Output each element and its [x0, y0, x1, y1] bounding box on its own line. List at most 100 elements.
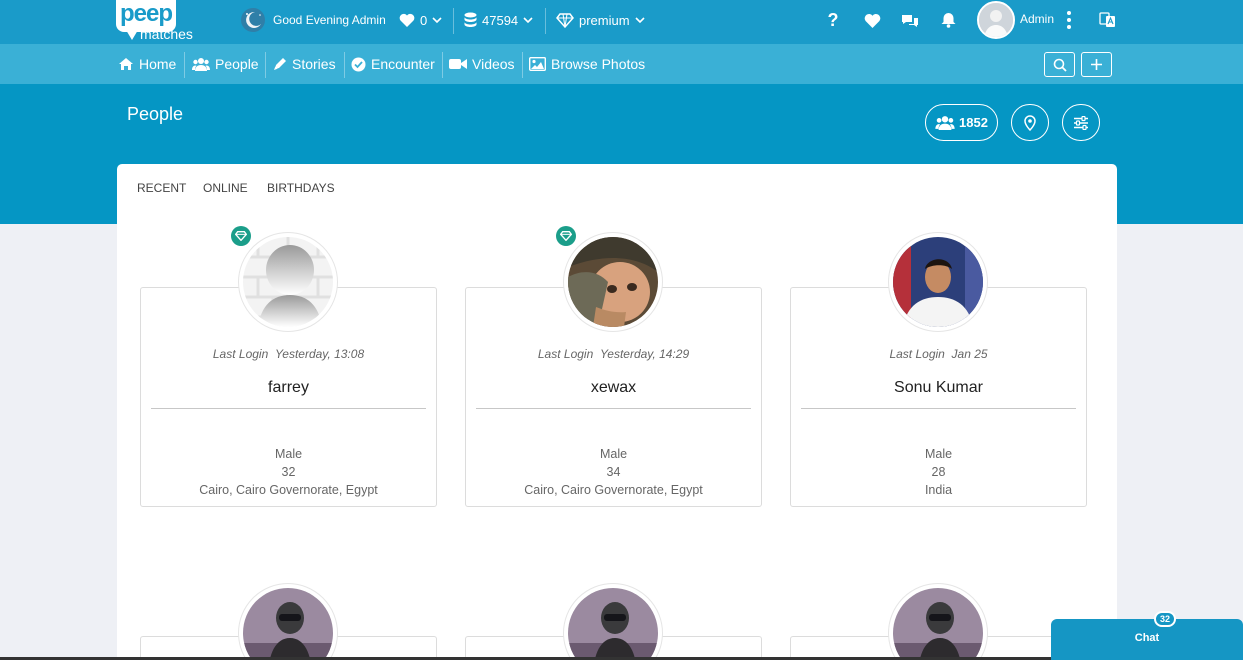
chevron-down-icon: [635, 16, 645, 23]
person-age: 28: [931, 465, 946, 479]
messages-button[interactable]: [900, 10, 920, 30]
help-button[interactable]: ?: [823, 10, 843, 30]
nav-encounter[interactable]: Encounter: [351, 44, 435, 84]
video-camera-icon: [449, 59, 467, 69]
avatar-photo: [893, 588, 983, 660]
pencil-icon: [274, 58, 286, 70]
people-icon: [192, 58, 210, 71]
person-age: 34: [606, 465, 621, 479]
avatar-photo: [568, 588, 658, 660]
location-filter-button[interactable]: [1011, 104, 1049, 141]
person-gender: Male: [599, 447, 628, 461]
person-location: Cairo, Cairo Governorate, Egypt: [524, 483, 703, 497]
person-avatar[interactable]: [563, 232, 663, 332]
user-avatar[interactable]: [977, 1, 1015, 39]
person-avatar[interactable]: [563, 583, 663, 660]
search-button[interactable]: [1044, 52, 1075, 77]
plan-label: premium: [579, 12, 630, 28]
tab-online[interactable]: ONLINE: [203, 181, 248, 195]
person-age: 32: [281, 465, 296, 479]
avatar-photo: [979, 3, 1013, 37]
nav-stories-label: Stories: [292, 56, 336, 72]
nav-home[interactable]: Home: [118, 44, 176, 84]
premium-badge-icon: [231, 226, 251, 246]
notifications-button[interactable]: [938, 10, 958, 30]
check-circle-icon: [351, 57, 366, 71]
translate-icon: [1098, 12, 1115, 27]
likes-count: 0: [420, 12, 428, 28]
home-icon: [119, 58, 133, 70]
tab-birthdays[interactable]: BIRTHDAYS: [267, 181, 335, 195]
filters-button[interactable]: [1062, 104, 1100, 141]
site-logo[interactable]: peep matches: [114, 0, 200, 42]
avatar-photo: [568, 237, 658, 327]
chevron-down-icon: [523, 16, 533, 23]
nav-videos[interactable]: Videos: [449, 44, 515, 84]
nav-home-label: Home: [139, 56, 177, 72]
greeting: Good Evening Admin: [240, 6, 386, 34]
last-login-time: Jan 25: [951, 347, 988, 361]
avatar-photo: [893, 237, 983, 327]
person-location: Cairo, Cairo Governorate, Egypt: [199, 483, 378, 497]
person-avatar[interactable]: [888, 583, 988, 660]
nav-people[interactable]: People: [192, 44, 259, 84]
avatar-photo: [243, 588, 333, 660]
users-icon: [935, 116, 955, 130]
person-name[interactable]: farrey: [141, 379, 436, 397]
chat-bubbles-icon: [902, 14, 918, 27]
main-nav: Home People Stories Encounter Videos Bro…: [0, 44, 1243, 84]
people-count: 1852: [959, 115, 988, 130]
nav-encounter-label: Encounter: [371, 56, 435, 72]
nav-stories[interactable]: Stories: [273, 44, 336, 84]
nav-people-label: People: [215, 56, 259, 72]
chevron-down-icon: [432, 16, 442, 23]
heart-icon: [399, 13, 415, 27]
map-pin-icon: [1024, 114, 1036, 131]
premium-badge-icon: [556, 226, 576, 246]
person-name[interactable]: Sonu Kumar: [791, 379, 1086, 397]
top-bar: peep matches Good Evening Admin 0 47594 …: [0, 0, 1243, 44]
last-login-label: Last Login: [212, 347, 269, 361]
person-location: India: [924, 483, 953, 497]
chat-widget[interactable]: 32 Chat: [1051, 611, 1243, 660]
question-icon: ?: [827, 9, 839, 30]
people-panel: RECENT ONLINE BIRTHDAYS Last Login Yeste…: [117, 164, 1117, 660]
person-avatar[interactable]: [238, 232, 338, 332]
person-avatar[interactable]: [238, 583, 338, 660]
sliders-icon: [1074, 115, 1088, 130]
likes-menu[interactable]: 0: [399, 9, 447, 31]
favorites-button[interactable]: [862, 10, 882, 30]
moon-icon: [241, 8, 265, 32]
chat-unread-badge: 32: [1154, 611, 1176, 627]
image-icon: [529, 57, 546, 71]
tab-recent[interactable]: RECENT: [137, 181, 186, 195]
language-button[interactable]: [1097, 10, 1117, 30]
person-gender: Male: [274, 447, 303, 461]
nav-browse-photos-label: Browse Photos: [551, 56, 646, 72]
bell-icon: [941, 13, 955, 28]
user-name[interactable]: Admin: [1020, 12, 1054, 26]
plan-menu[interactable]: premium: [556, 9, 650, 31]
logo-text: peep: [120, 0, 173, 27]
person-name[interactable]: xewax: [466, 379, 761, 397]
credits-count: 47594: [482, 12, 519, 28]
person-avatar[interactable]: [888, 232, 988, 332]
last-login-label: Last Login: [889, 347, 945, 361]
credits-menu[interactable]: 47594: [464, 9, 538, 31]
add-button[interactable]: [1081, 52, 1112, 77]
default-avatar-image: [243, 237, 333, 327]
last-login-time: Yesterday, 13:08: [274, 347, 365, 361]
coins-icon: [464, 12, 477, 27]
more-options-icon[interactable]: [1066, 11, 1071, 29]
nav-browse-photos[interactable]: Browse Photos: [529, 44, 645, 84]
heart-icon: [864, 13, 880, 28]
last-login-label: Last Login: [537, 347, 594, 361]
greeting-text: Good Evening Admin: [273, 13, 386, 27]
search-icon: [1053, 58, 1067, 72]
last-login-time: Yesterday, 14:29: [599, 347, 690, 361]
plus-icon: [1091, 59, 1102, 70]
logo-subtext: matches: [140, 26, 193, 42]
chat-label: Chat: [1134, 632, 1160, 644]
page-title: People: [127, 104, 184, 124]
people-count-button[interactable]: 1852: [925, 104, 998, 141]
